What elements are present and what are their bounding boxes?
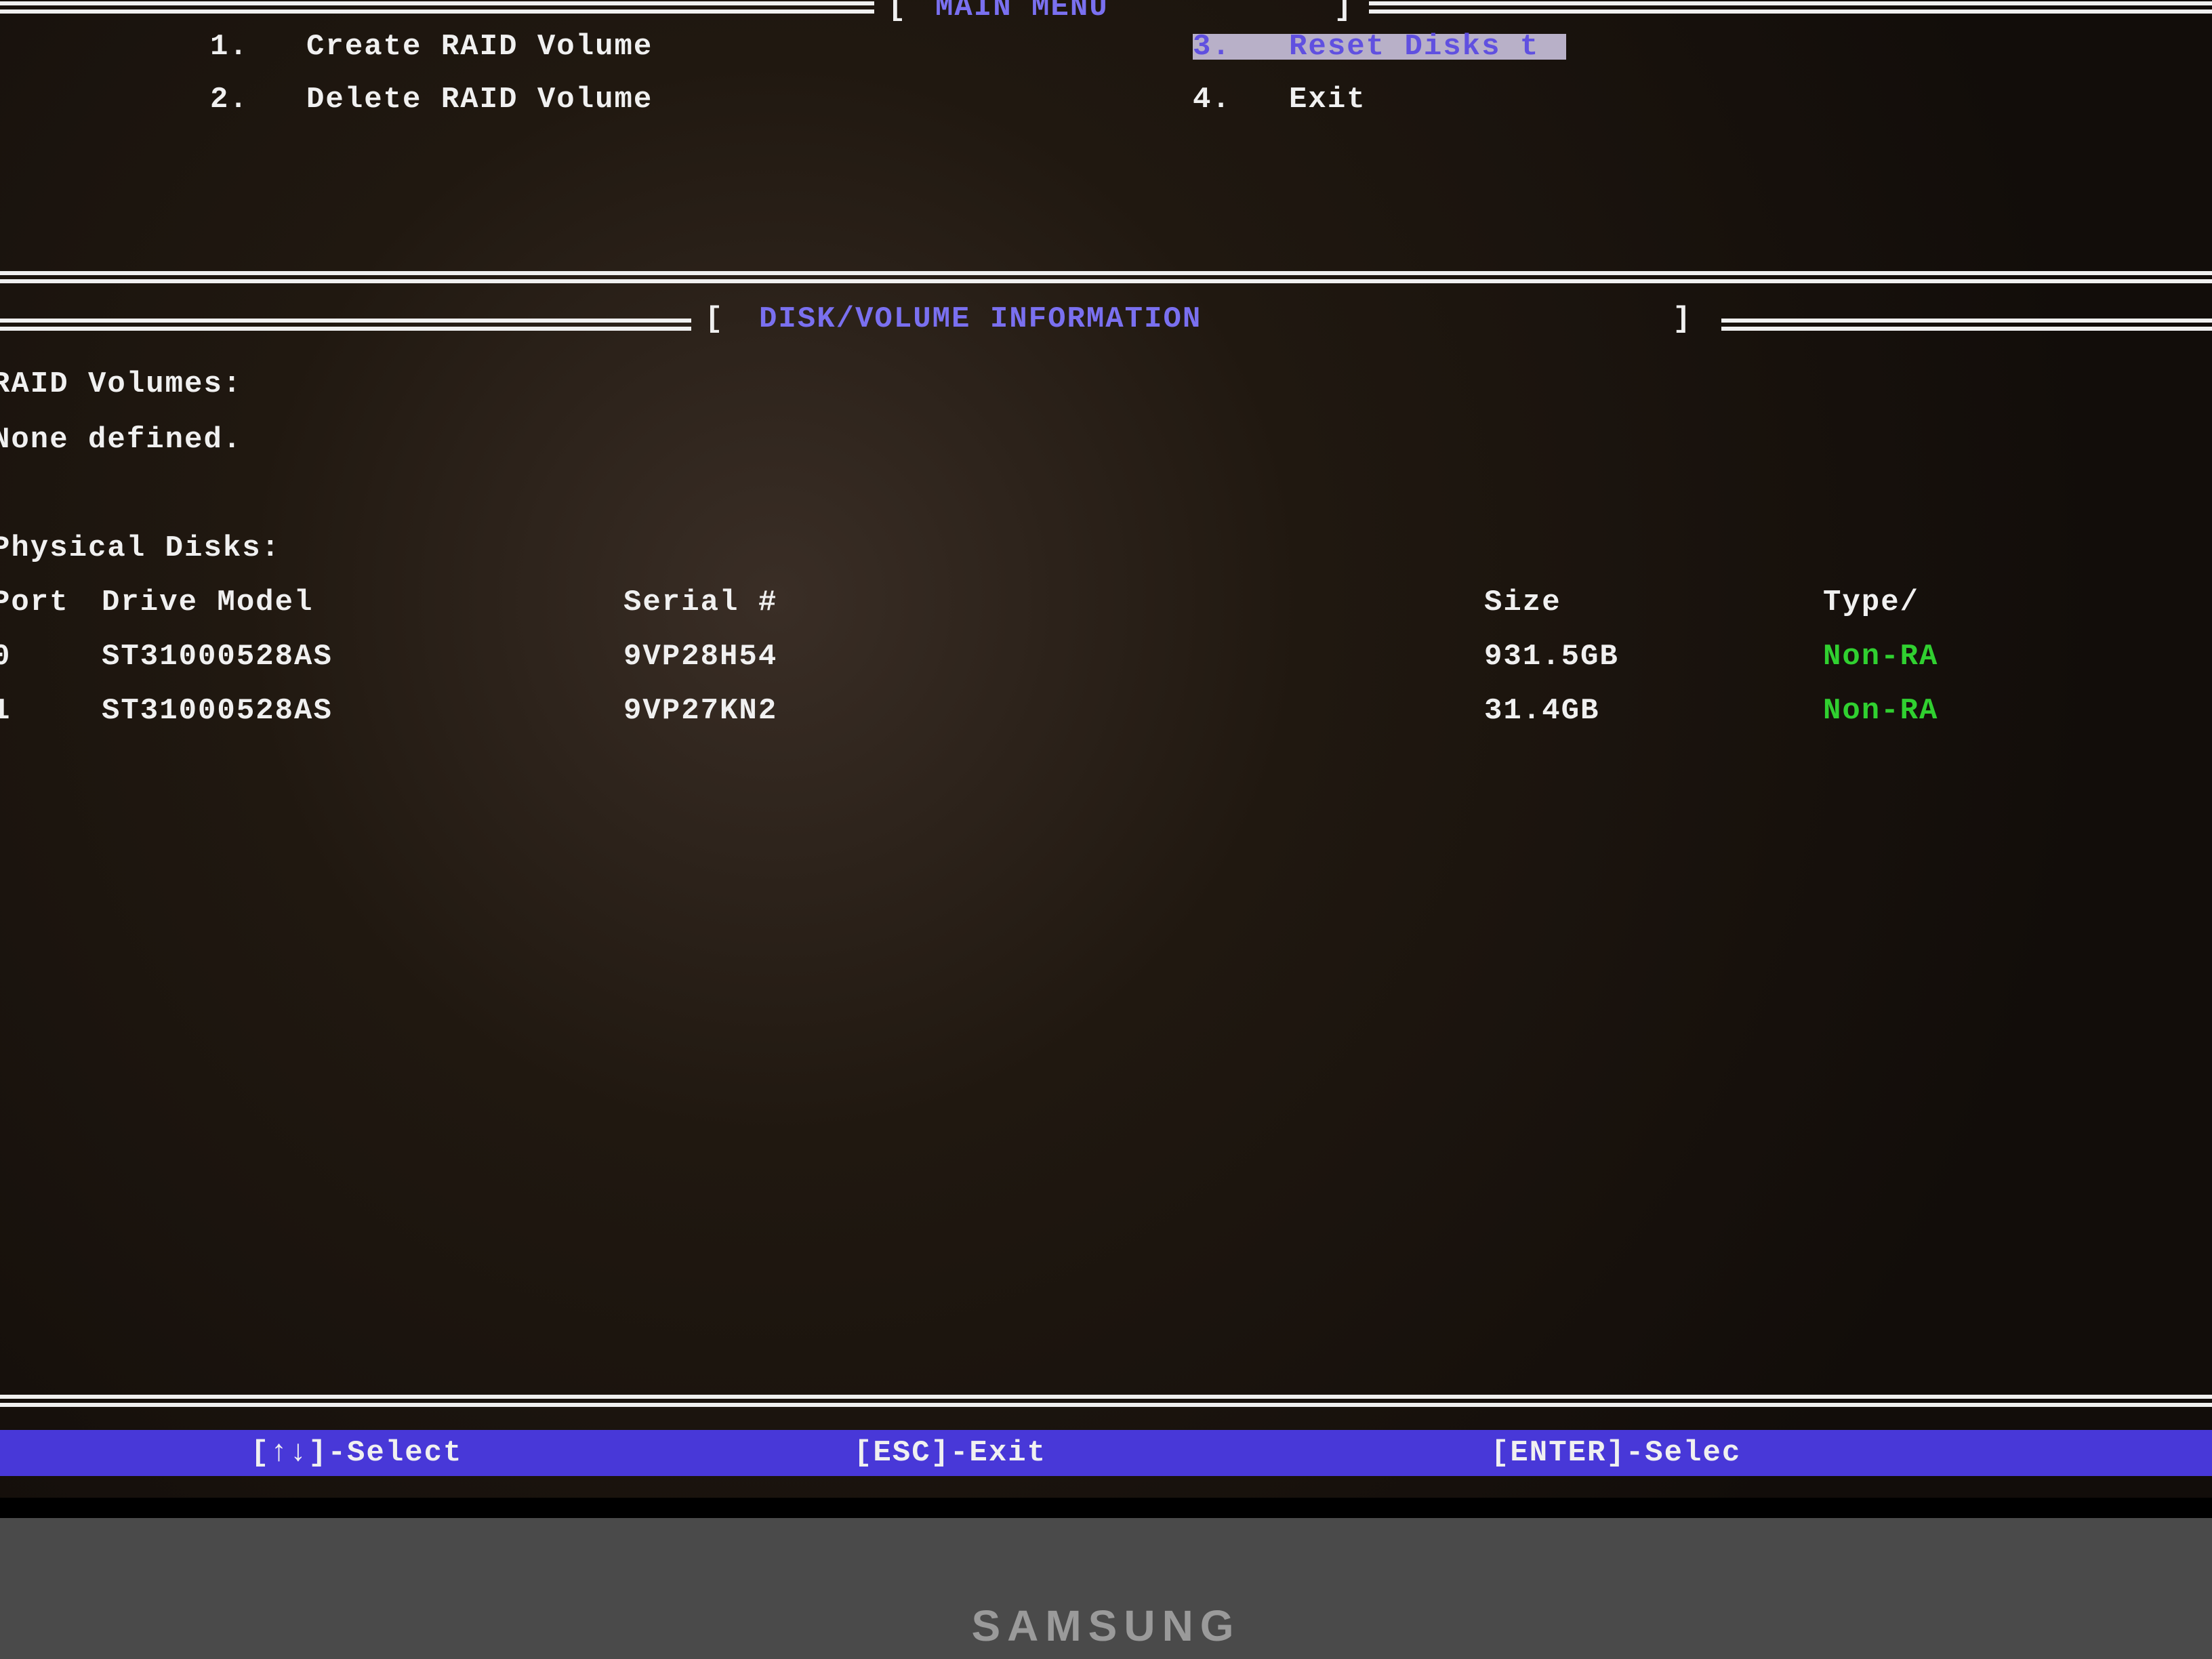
cell-model: ST31000528AS — [102, 644, 333, 670]
disk-info-rule-left — [0, 319, 691, 331]
cell-type: Non-RA — [1823, 644, 1938, 670]
cell-port: 1 — [0, 698, 11, 724]
menu-item-num: 2. — [210, 87, 249, 112]
raid-volumes-status: None defined. — [0, 427, 242, 453]
cell-serial: 9VP28H54 — [623, 644, 777, 670]
menu-item-label: Exit — [1289, 87, 1366, 112]
footer-bar: [↑↓]-Select [ESC]-Exit [ENTER]-Selec — [0, 1430, 2212, 1476]
cell-port: 0 — [0, 644, 11, 670]
col-model: Drive Model — [102, 590, 313, 615]
footer-hint-enter: [ENTER]-Selec — [1491, 1436, 1741, 1470]
footer-hint-select: [↑↓]-Select — [251, 1436, 462, 1470]
cell-type: Non-RA — [1823, 698, 1938, 724]
monitor-brand: SAMSUNG — [971, 1601, 1240, 1651]
main-menu-bracket-open: [ — [888, 0, 926, 20]
disk-info-rule-right — [1721, 319, 2212, 331]
menu-item-create[interactable]: 1. Create RAID Volume — [210, 34, 653, 60]
footer-hint-exit: [ESC]-Exit — [854, 1436, 1046, 1470]
col-type: Type/ — [1823, 590, 1919, 615]
disk-info-title: DISK/VOLUME INFORMATION — [759, 306, 1202, 332]
top-rule-right — [1369, 1, 2212, 14]
menu-item-reset-selected[interactable]: 3. Reset Disks t — [1193, 34, 1566, 60]
menu-item-num: 1. — [210, 34, 249, 60]
menu-item-num: 3. — [1193, 34, 1231, 60]
cell-size: 931.5GB — [1484, 644, 1619, 670]
menu-item-exit[interactable]: 4. Exit — [1193, 87, 1366, 112]
cell-model: ST31000528AS — [102, 698, 333, 724]
cell-size: 31.4GB — [1484, 698, 1599, 724]
monitor-bezel: SAMSUNG — [0, 1498, 2212, 1659]
main-menu-title: MAIN MENU — [935, 0, 1109, 20]
disk-info-bracket-close: ] — [1654, 306, 1692, 332]
menu-item-num: 4. — [1193, 87, 1231, 112]
menu-item-label: Delete RAID Volume — [306, 87, 653, 112]
menu-item-label: Create RAID Volume — [306, 34, 653, 60]
menu-item-delete[interactable]: 2. Delete RAID Volume — [210, 87, 653, 112]
menu-item-label: Reset Disks t — [1289, 34, 1539, 60]
col-size: Size — [1484, 590, 1561, 615]
top-rule-left — [0, 1, 874, 14]
disk-info-bottom-rule — [0, 1395, 2212, 1407]
main-menu-bracket-close: ] — [1315, 0, 1353, 20]
col-port: Port — [0, 590, 69, 615]
main-menu-bottom-rule — [0, 271, 2212, 283]
disk-info-bracket-open: [ — [705, 306, 743, 332]
cell-serial: 9VP27KN2 — [623, 698, 777, 724]
physical-disks-heading: Physical Disks: — [0, 535, 281, 561]
col-serial: Serial # — [623, 590, 777, 615]
raid-volumes-heading: RAID Volumes: — [0, 371, 242, 397]
bios-screen: [ MAIN MENU ] 1. Create RAID Volume 2. D… — [0, 0, 2212, 1498]
